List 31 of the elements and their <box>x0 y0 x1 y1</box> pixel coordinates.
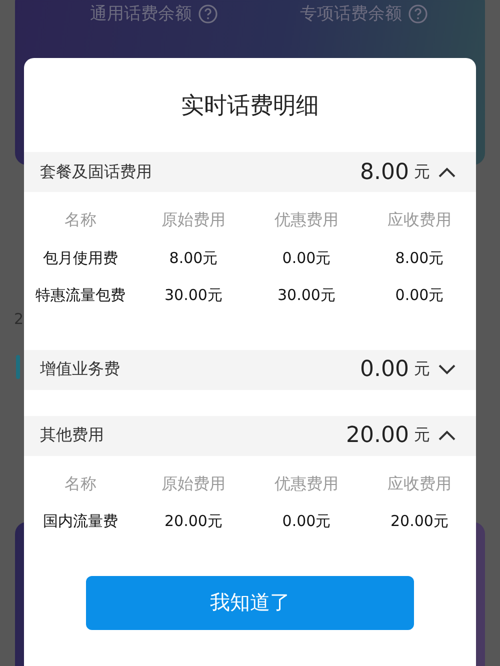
column-header: 应收费用 <box>388 210 452 230</box>
table-cell: 8.00元 <box>395 248 444 267</box>
table-cell: 8.00元 <box>169 248 218 267</box>
column-header: 应收费用 <box>388 474 452 493</box>
column-header: 原始费用 <box>162 210 226 230</box>
chevron-up-icon[interactable] <box>438 166 456 178</box>
table-cell: 包月使用费 <box>43 248 118 267</box>
column-header: 名称 <box>64 210 96 230</box>
balance-label: 专项话费余额 <box>300 3 402 25</box>
help-icon[interactable] <box>198 4 218 24</box>
table-cell: 0.00元 <box>282 248 331 267</box>
table-cell: 20.00元 <box>390 512 448 530</box>
table-cell: 20.00元 <box>164 512 222 530</box>
section-header[interactable]: 其他费用 20.00 元 <box>24 416 476 456</box>
column-header: 优惠费用 <box>274 210 338 230</box>
accent-bar <box>16 355 20 379</box>
column-header: 名称 <box>64 474 96 493</box>
table-cell: 0.00元 <box>282 512 331 530</box>
section-header[interactable]: 套餐及固话费用 8.00 元 <box>24 152 476 192</box>
chevron-up-icon[interactable] <box>438 430 456 441</box>
table-cell: 国内流量费 <box>43 512 118 530</box>
balance-label: 通用话费余额 <box>90 3 192 25</box>
section-header[interactable]: 增值业务费 0.00 元 <box>24 350 476 390</box>
table-cell: 0.00元 <box>395 286 444 304</box>
chevron-down-icon[interactable] <box>438 364 456 375</box>
table-cell: 30.00元 <box>164 286 222 304</box>
table-cell: 30.00元 <box>278 286 336 304</box>
table-cell: 特惠流量包费 <box>36 286 126 304</box>
dialog-title: 实时话费明细 <box>180 92 320 120</box>
column-header: 优惠费用 <box>274 474 338 493</box>
column-header: 原始费用 <box>162 474 226 493</box>
